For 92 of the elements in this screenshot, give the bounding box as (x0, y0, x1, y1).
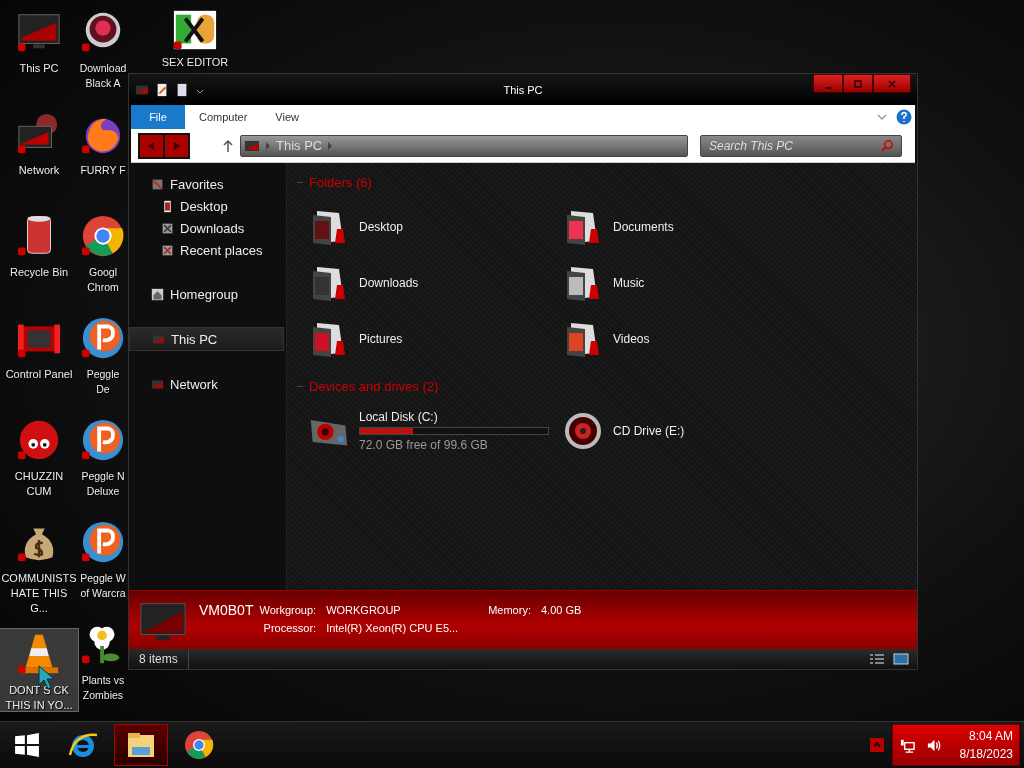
folder-item[interactable]: Videos (563, 311, 817, 367)
letter-badge-icon (80, 315, 126, 361)
icon-label: Plants vs Zombies (80, 673, 126, 703)
detail-value: 4.00 GB (540, 604, 582, 616)
section-heading: Devices and drives (2) (309, 378, 439, 394)
clock-date: 8/18/2023 (959, 746, 1013, 763)
disc-drive-icon (563, 411, 603, 451)
detail-label: Processor: (262, 622, 317, 634)
close-button[interactable] (873, 74, 911, 93)
folder-item[interactable]: Documents (563, 199, 817, 255)
drive-item[interactable]: CD Drive (E:) (563, 403, 817, 459)
breadcrumb-arrow-icon (328, 141, 333, 150)
letter-badge-icon (80, 417, 126, 463)
icon-label: SEX EDITOR (161, 55, 229, 70)
favorites-icon (151, 177, 164, 191)
letter-badge-icon (80, 519, 126, 565)
properties-icon[interactable] (155, 82, 169, 97)
windows-logo-icon (14, 732, 40, 758)
desktop-icon[interactable]: Network (0, 109, 78, 211)
breadcrumb-arrow-icon (266, 141, 270, 150)
chrome-icon (183, 729, 215, 761)
details-view-icon[interactable] (869, 653, 885, 665)
nav-item[interactable]: Downloads (129, 217, 284, 239)
homegroup-icon (151, 287, 164, 301)
maximize-button[interactable] (843, 74, 873, 93)
nav-item[interactable]: Desktop (129, 195, 284, 217)
computer-name: VM0B0T (199, 602, 254, 618)
clock-time: 8:04 AM (968, 728, 1013, 745)
folder-item[interactable]: Pictures (309, 311, 563, 367)
maximize-icon (853, 78, 863, 89)
expand-ribbon-icon[interactable] (876, 111, 888, 123)
icon-label: Googl Chrom (86, 265, 120, 295)
taskbar-app[interactable] (114, 724, 168, 766)
icon-label: Download Black A (79, 61, 127, 91)
nav-item[interactable]: Favorites (129, 173, 284, 195)
detail-label: Workgroup: (259, 604, 317, 616)
search-field[interactable]: Search This PC (700, 134, 902, 157)
address-text: This PC (276, 138, 323, 153)
desktop-icon[interactable]: Recycle Bin (0, 211, 78, 313)
ribbon-tab[interactable]: File (131, 105, 185, 129)
desktop-icon[interactable]: SEX EDITOR (156, 7, 234, 69)
icon-label: Peggle N Deluxe (80, 469, 126, 499)
detail-value: Intel(R) Xeon(R) CPU E5... (326, 622, 459, 634)
desktop-icon[interactable]: Peggle N Deluxe (78, 415, 128, 517)
detail-label: Memory: (488, 604, 531, 616)
icon-label: Control Panel (5, 367, 73, 382)
ribbon-tab[interactable]: Computer (185, 105, 262, 129)
folder-item[interactable]: Downloads (309, 255, 563, 311)
folder-item[interactable]: Music (563, 255, 817, 311)
close-icon (887, 78, 897, 89)
folder-item[interactable]: Desktop (309, 199, 563, 255)
new-folder-icon[interactable] (175, 82, 189, 97)
detail-value: WORKGROUP (326, 604, 402, 616)
desktop-icon[interactable]: Plants vs Zombies (78, 619, 128, 721)
icon-label: Peggle De (85, 367, 121, 397)
icon-label: COMMUNISTS HATE THIS G... (1, 571, 77, 616)
icon-label: FURRY F (80, 163, 126, 178)
icon-label: Recycle Bin (9, 265, 69, 280)
back-forward-buttons[interactable] (138, 132, 190, 159)
monitor-icon (152, 332, 165, 346)
chrome-icon (80, 213, 126, 259)
clock[interactable]: 8:04 AM 8/18/2023 (959, 727, 1013, 763)
desktop-icon[interactable]: Peggle De (78, 313, 128, 415)
item-count: 8 items (129, 649, 189, 669)
desktop-icon[interactable]: Download Black A (78, 7, 128, 109)
up-arrow-icon[interactable] (222, 138, 234, 153)
desktop-icon[interactable]: FURRY F (78, 109, 128, 211)
desktop-icon[interactable]: CHUZZIN CUM (0, 415, 78, 517)
icon-label: Peggle W of Warcra (80, 571, 126, 601)
nav-item[interactable]: Recent places (129, 239, 284, 261)
back-forward-arrows-icon (139, 133, 189, 158)
ribbon-tab[interactable]: View (261, 105, 313, 129)
network-icon (151, 377, 164, 391)
icon-label: This PC (19, 61, 59, 76)
desktop-icon[interactable]: This PC (0, 7, 78, 109)
nav-item[interactable]: Network (129, 373, 284, 395)
minimize-icon (824, 86, 832, 89)
desktop-icon[interactable]: Peggle W of Warcra (78, 517, 128, 619)
minimize-button[interactable] (813, 74, 843, 93)
icon-label: CHUZZIN CUM (13, 469, 65, 499)
free-space-text: 72.0 GB free of 99.6 GB (359, 438, 489, 452)
show-hidden-icons-icon[interactable] (870, 738, 884, 752)
help-icon[interactable] (896, 109, 912, 125)
drive-name[interactable]: Local Disk (C:) (359, 410, 549, 424)
nav-item[interactable]: This PC (129, 327, 284, 351)
window-title: This PC (503, 84, 543, 96)
icon-label: Network (18, 163, 60, 178)
desktop-icon[interactable]: Googl Chrom (78, 211, 128, 313)
desktop-icon[interactable]: COMMUNISTS HATE THIS G... (0, 517, 78, 619)
nav-item[interactable]: Homegroup (129, 283, 284, 305)
section-heading: Folders (6) (309, 174, 372, 190)
desktop-icon[interactable]: Control Panel (0, 313, 78, 415)
